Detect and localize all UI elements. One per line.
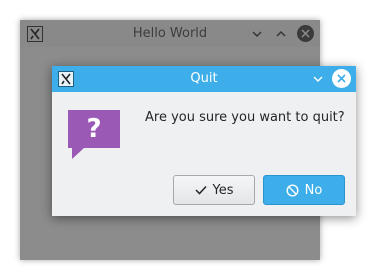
svg-text:?: ? [86,114,101,144]
yes-button-label: Yes [212,182,234,198]
checkmark-icon [194,185,207,195]
cancel-icon [286,183,299,197]
yes-button[interactable]: Yes [173,175,255,205]
minimize-icon[interactable] [250,27,264,41]
maximize-icon[interactable] [274,27,288,41]
dialog-message: Are you sure you want to quit? [145,110,345,125]
dialog-titlebar: Quit [52,66,356,92]
close-icon[interactable] [332,69,351,88]
quit-dialog: Quit ? Are you sure you want to quit? Ye… [52,66,356,216]
question-icon: ? [68,110,120,162]
no-button-label: No [304,182,323,198]
parent-titlebar: Hello World [20,20,320,47]
close-icon[interactable] [297,25,314,42]
minimize-icon[interactable] [311,72,325,86]
no-button[interactable]: No [263,175,345,205]
